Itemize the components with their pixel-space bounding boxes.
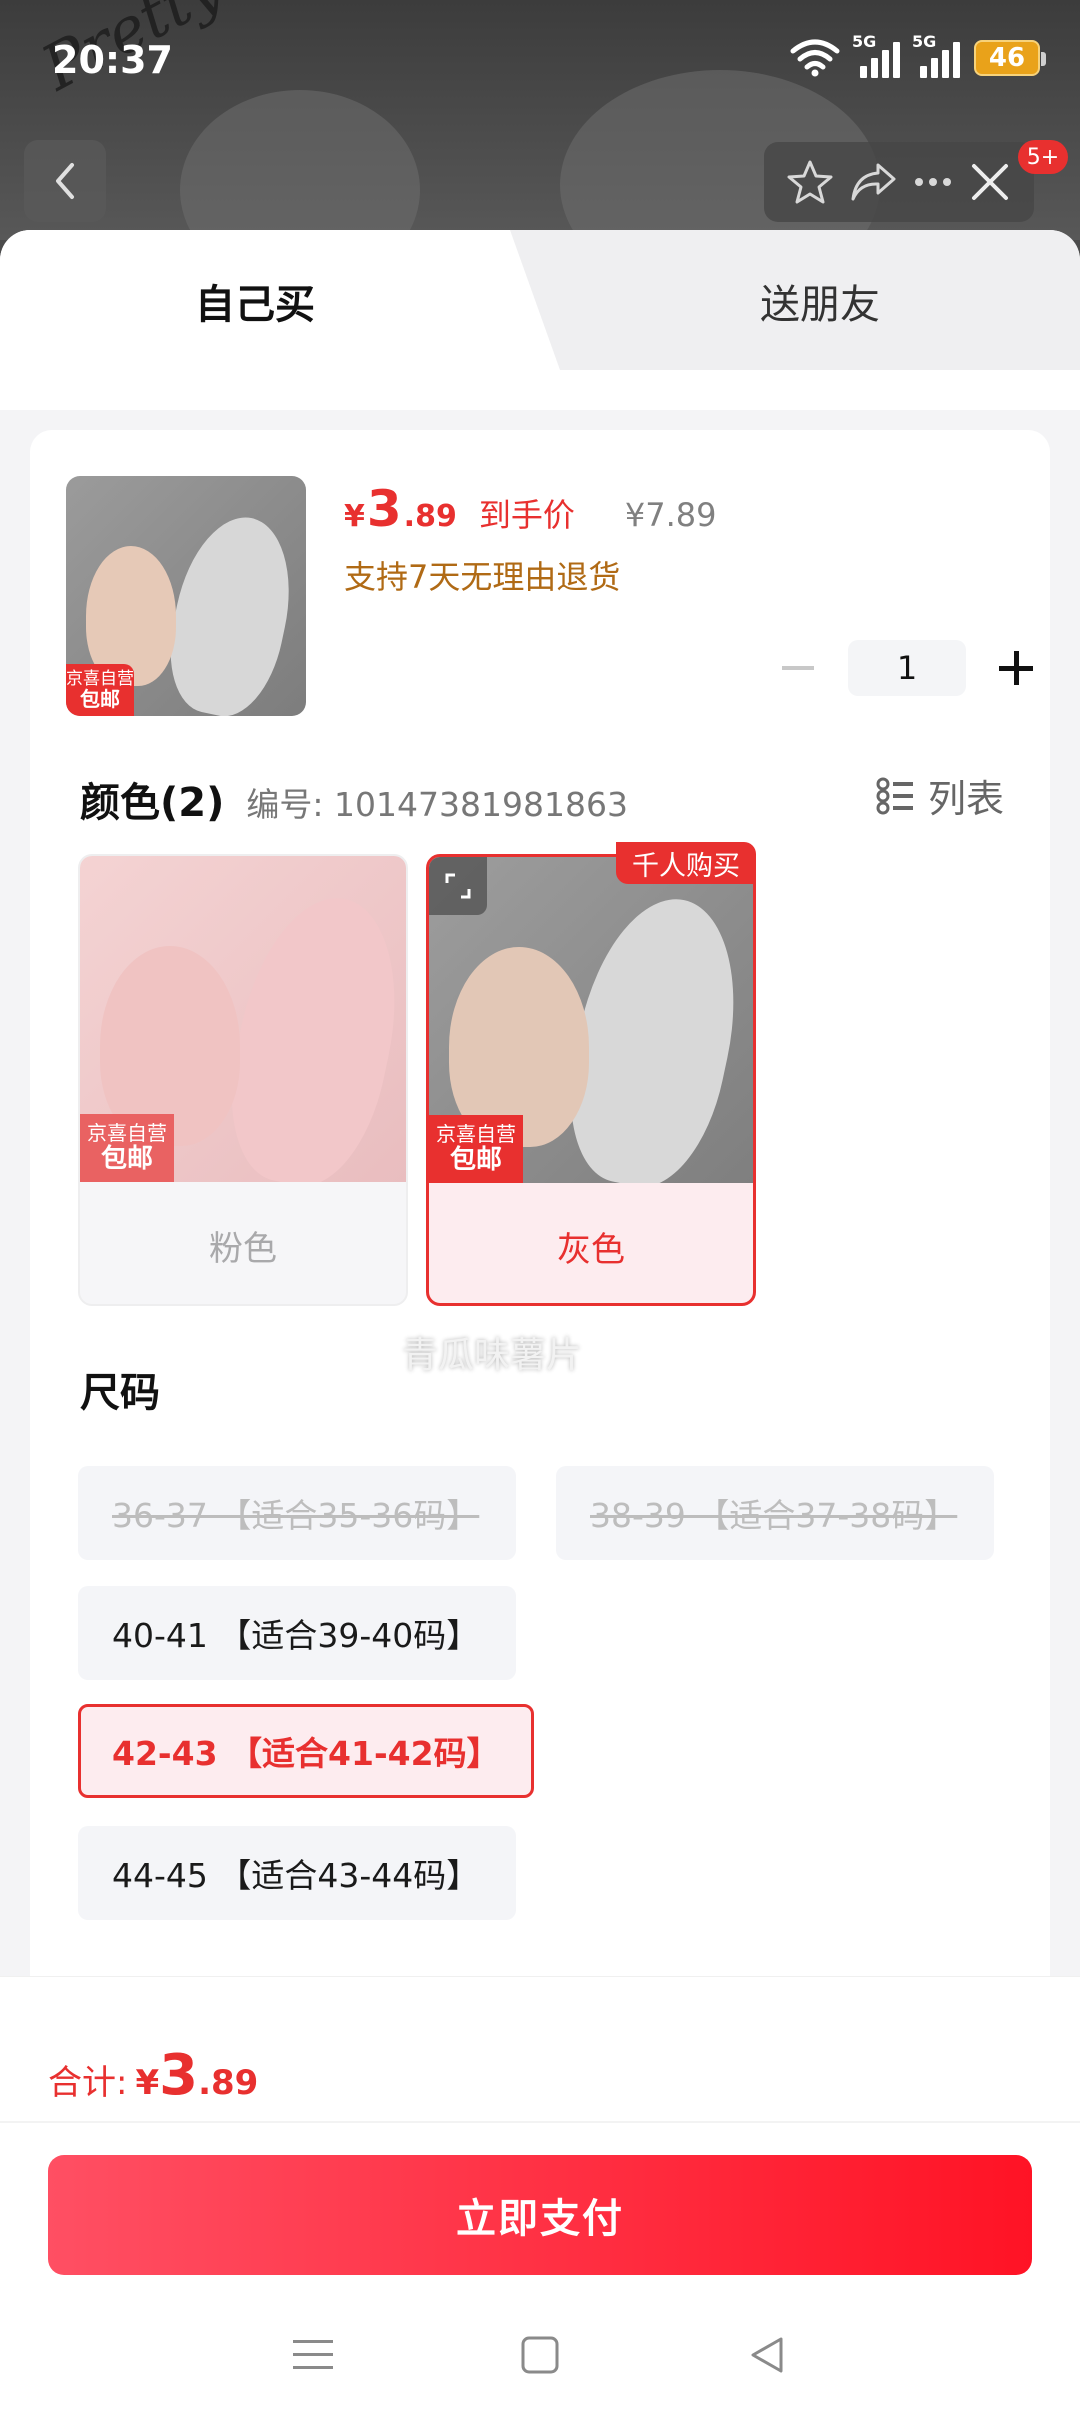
network-type-label: 5G xyxy=(852,32,877,51)
pay-now-button[interactable]: 立即支付 xyxy=(48,2155,1032,2275)
minus-icon xyxy=(782,666,814,670)
price-decimal: .89 xyxy=(403,499,457,534)
chevron-left-icon xyxy=(56,163,74,199)
total-price: 合计: ¥ 3 .89 xyxy=(48,2043,258,2108)
list-view-button[interactable]: 列表 xyxy=(876,768,1004,823)
slipper-shape xyxy=(211,883,406,1182)
original-price: ¥7.89 xyxy=(624,496,717,534)
tag-line-2: 包邮 xyxy=(449,1144,502,1175)
return-policy: 支持7天无理由退货 xyxy=(344,558,621,596)
color-option-gray[interactable]: 京喜自营 包邮 灰色 xyxy=(426,854,756,1306)
hot-sale-badge: 千人购买 xyxy=(616,842,756,884)
expand-image-button[interactable] xyxy=(429,857,487,915)
cell-signal-icon: 5G xyxy=(912,32,960,78)
ship-free-tag: 京喜自营 包邮 xyxy=(429,1115,523,1183)
total-decimal: .89 xyxy=(198,2063,259,2103)
network-type-label: 5G xyxy=(912,32,937,51)
price-label: 到手价 xyxy=(478,496,575,534)
list-icon xyxy=(876,777,913,814)
total-integer: 3 xyxy=(159,2043,199,2108)
tag-line-2: 包邮 xyxy=(80,687,120,712)
back-triangle-icon[interactable] xyxy=(747,2335,787,2375)
list-view-label: 列表 xyxy=(927,777,1004,821)
back-button[interactable] xyxy=(24,140,106,222)
total-symbol: ¥ xyxy=(135,2063,160,2103)
size-option: 38-39 【适合37-38码】 xyxy=(556,1466,994,1560)
star-icon[interactable] xyxy=(785,157,835,207)
price-row: ¥ 3 .89 到手价 ¥7.89 xyxy=(344,480,716,538)
sku-card: 京喜自营 包邮 ¥ 3 .89 到手价 ¥7.89 支持7天无理由退货 1 颜色… xyxy=(30,430,1050,2230)
size-option[interactable]: 40-41 【适合39-40码】 xyxy=(78,1586,516,1680)
quantity-value[interactable]: 1 xyxy=(848,640,966,696)
price-integer: 3 xyxy=(366,480,402,538)
product-thumbnail[interactable]: 京喜自营 包邮 xyxy=(66,476,306,716)
slipper-shape xyxy=(156,506,306,716)
color-title: 颜色(2) xyxy=(80,780,225,826)
color-option-label: 灰色 xyxy=(557,1229,625,1270)
plus-icon xyxy=(999,651,1033,685)
notification-badge: 5+ xyxy=(1018,140,1068,174)
size-option[interactable]: 44-45 【适合43-44码】 xyxy=(78,1826,516,1920)
expand-icon xyxy=(445,873,471,899)
tag-line-1: 京喜自营 xyxy=(87,1120,167,1145)
purchase-sheet: 自己买 送朋友 京喜自营 包邮 ¥ 3 .89 到手价 ¥7.89 支持7天无理… xyxy=(0,230,1080,2412)
tag-line-1: 京喜自营 xyxy=(436,1121,516,1146)
divider xyxy=(0,2121,1080,2123)
sku-number: 编号: 10147381981863 xyxy=(246,785,628,824)
wifi-icon xyxy=(790,39,840,77)
top-action-bar xyxy=(764,142,1034,222)
increase-button[interactable] xyxy=(988,640,1044,696)
menu-icon[interactable] xyxy=(293,2338,334,2372)
system-nav-bar xyxy=(0,2297,1080,2412)
tab-self-buy[interactable]: 自己买 xyxy=(195,272,315,330)
home-icon[interactable] xyxy=(520,2335,560,2375)
size-option: 36-37 【适合35-36码】 xyxy=(78,1466,516,1560)
color-option-pink[interactable]: 京喜自营 包邮 粉色 xyxy=(78,854,408,1306)
tab-strip xyxy=(0,370,1080,410)
quantity-stepper: 1 xyxy=(770,640,1044,696)
battery-indicator: 46 xyxy=(974,40,1046,76)
more-icon[interactable] xyxy=(913,176,953,188)
size-option-selected[interactable]: 42-43 【适合41-42码】 xyxy=(78,1704,534,1798)
price-symbol: ¥ xyxy=(344,499,365,534)
tag-line-2: 包邮 xyxy=(100,1143,153,1174)
cell-signal-icon: 5G xyxy=(852,32,900,78)
size-title: 尺码 xyxy=(80,1370,160,1416)
tab-gift-friend[interactable]: 送朋友 xyxy=(760,272,880,330)
color-option-label: 粉色 xyxy=(209,1228,277,1269)
tag-line-1: 京喜自营 xyxy=(66,668,134,689)
share-icon[interactable] xyxy=(848,157,900,207)
close-icon[interactable] xyxy=(966,158,1014,206)
decrease-button[interactable] xyxy=(770,640,826,696)
purchase-tabs: 自己买 送朋友 xyxy=(0,230,1080,370)
total-label: 合计: xyxy=(48,2063,128,2103)
status-bar: 20:37 5G 5G 46 xyxy=(0,0,1080,120)
color-section-header: 颜色(2) 编号: 10147381981863 xyxy=(80,770,628,828)
color-option-image: 京喜自营 包邮 xyxy=(80,856,406,1182)
checkout-footer: 合计: ¥ 3 .89 立即支付 xyxy=(0,1976,1080,2412)
overlay-caption: 青瓜味薯片 xyxy=(402,1335,583,1376)
ship-free-tag: 京喜自营 包邮 xyxy=(66,664,134,716)
status-time: 20:37 xyxy=(52,38,173,82)
color-option-image: 京喜自营 包邮 xyxy=(429,857,753,1183)
ship-free-tag: 京喜自营 包邮 xyxy=(80,1114,174,1182)
